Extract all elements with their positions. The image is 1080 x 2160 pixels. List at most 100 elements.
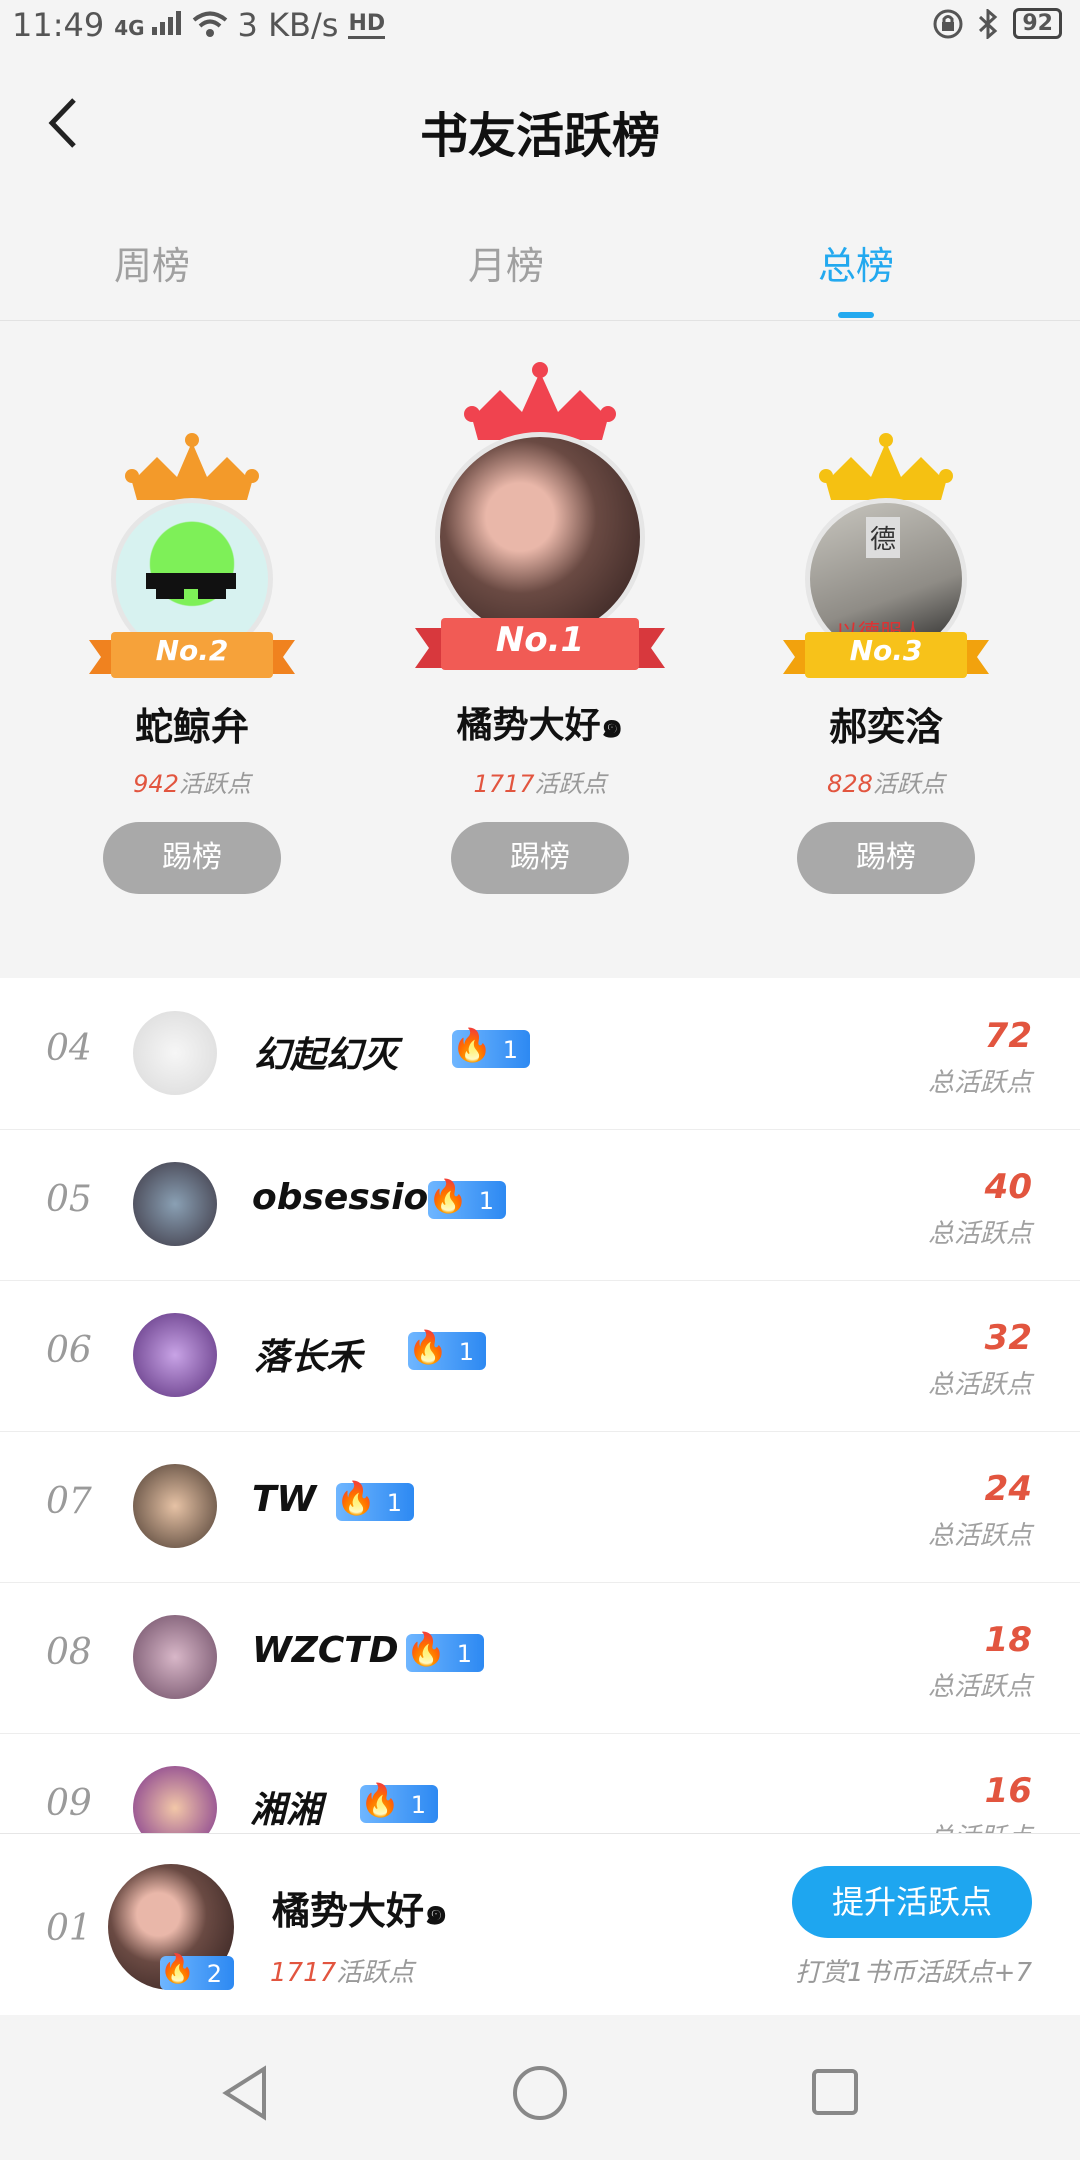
rank-number: 04 [46, 1028, 92, 1069]
boost-activity-button[interactable]: 提升活跃点 [792, 1866, 1032, 1938]
my-points: 1717活跃点 [270, 1958, 415, 1988]
podium-points: 828活跃点 [827, 770, 945, 798]
avatar[interactable] [133, 1464, 217, 1548]
rank-badge-label: No.2 [155, 634, 229, 667]
kick-button[interactable]: 踢榜 [797, 822, 975, 894]
podium-points: 1717活跃点 [473, 770, 607, 798]
flame-icon: 🔥 [452, 1026, 492, 1064]
score: 40 [984, 1167, 1032, 1207]
user-name: obsession [252, 1177, 454, 1218]
flame-icon: 🔥 [406, 1630, 446, 1668]
avatar[interactable] [435, 432, 645, 642]
battery-indicator: 92 [1013, 8, 1062, 39]
flame-icon: 🔥 [408, 1328, 448, 1366]
score: 24 [984, 1469, 1032, 1509]
ranking-list: 04 幻起幻灭 🔥 1 72 总活跃点 05 obsession 🔥 1 40 总活… [0, 978, 1080, 1833]
level-badge: 🔥 2 [160, 1952, 234, 1990]
level-badge: 🔥 1 [428, 1177, 506, 1219]
home-circle-icon[interactable] [512, 2065, 568, 2121]
flame-icon: 🔥 [336, 1479, 376, 1517]
list-item[interactable]: 06 落长禾 🔥 1 32 总活跃点 [0, 1280, 1080, 1432]
rank-number: 09 [46, 1783, 92, 1824]
rank-ribbon: No.3 [783, 628, 989, 690]
my-ranking-bar: 01 🔥 2 橘势大好๑ 1717活跃点 提升活跃点 打赏1书币活跃点+7 [0, 1833, 1080, 2016]
user-name: WZCTD [252, 1630, 399, 1671]
rank-badge-label: No.1 [495, 620, 585, 660]
podium-points: 942活跃点 [133, 770, 251, 798]
rank-badge-label: No.3 [849, 634, 923, 667]
crown-icon [464, 362, 616, 440]
rank-number: 08 [46, 1632, 92, 1673]
user-name: 幻起幻灭 [254, 1035, 399, 1076]
score: 18 [984, 1620, 1032, 1660]
avatar-text: 德 [866, 517, 901, 558]
back-triangle-icon[interactable] [220, 2065, 270, 2121]
avatar[interactable] [133, 1766, 217, 1833]
tab-monthly[interactable]: 月榜 [406, 235, 606, 290]
avatar[interactable] [133, 1313, 217, 1397]
podium-third: 德 以德服人 No.3 郝奕浛 828活跃点 踢榜 [736, 320, 1036, 955]
tab-weekly[interactable]: 周榜 [52, 235, 252, 290]
tab-bar: 周榜 月榜 总榜 [0, 220, 1080, 321]
app-header: 书友活跃榜 [0, 60, 1080, 190]
user-name: 橘势大好๑ [272, 1889, 449, 1933]
podium: No.2 蛇鲸弁 942活跃点 踢榜 No.1 橘势大好๑ 1717活跃点 踢榜… [0, 320, 1080, 955]
list-item[interactable]: 05 obsession 🔥 1 40 总活跃点 [0, 1129, 1080, 1281]
score-label: 总活跃点 [928, 1817, 1032, 1833]
score-label: 总活跃点 [927, 1068, 1032, 1098]
rank-number: 06 [46, 1330, 92, 1371]
rank-number: 01 [46, 1908, 92, 1949]
podium-second: No.2 蛇鲸弁 942活跃点 踢榜 [42, 320, 342, 955]
signal-icon: 4G [114, 10, 181, 40]
user-name: 落长禾 [254, 1337, 363, 1378]
score-label: 总活跃点 [927, 1370, 1032, 1400]
level-badge: 🔥 1 [360, 1781, 438, 1823]
tab-total[interactable]: 总榜 [756, 235, 956, 290]
level-badge: 🔥 1 [406, 1630, 484, 1672]
list-item[interactable]: 07 TW 🔥 1 24 总活跃点 [0, 1431, 1080, 1583]
flame-icon: 🔥 [360, 1781, 400, 1819]
list-item[interactable]: 09 湘湘 🔥1 16 总活跃点 [0, 1733, 1080, 1833]
podium-name: 橘势大好๑ [456, 705, 624, 746]
flame-icon: 🔥 [428, 1177, 468, 1215]
score-label: 总活跃点 [927, 1521, 1032, 1551]
status-bar: 11:49 4G 3 KB/s HD 92 [0, 0, 1080, 55]
score: 72 [984, 1016, 1032, 1056]
rank-number: 07 [46, 1481, 92, 1522]
bluetooth-icon [979, 8, 998, 39]
list-item[interactable]: 04 幻起幻灭 🔥 1 72 总活跃点 [0, 978, 1080, 1130]
score-label: 总活跃点 [927, 1219, 1032, 1249]
page-title: 书友活跃榜 [419, 108, 660, 164]
avatar[interactable] [133, 1615, 217, 1699]
rank-ribbon: No.1 [415, 612, 665, 686]
clock: 11:49 [12, 6, 105, 44]
avatar[interactable] [133, 1011, 217, 1095]
wifi-icon [192, 11, 227, 37]
level-badge: 🔥 1 [452, 1026, 530, 1068]
level-badge: 🔥 1 [408, 1328, 486, 1370]
reward-note: 打赏1书币活跃点+7 [795, 1958, 1032, 1988]
podium-first: No.1 橘势大好๑ 1717活跃点 踢榜 [390, 320, 690, 955]
podium-name: 郝奕浛 [828, 705, 943, 749]
lock-icon [933, 9, 963, 38]
hd-icon: HD [348, 11, 386, 39]
kick-button[interactable]: 踢榜 [103, 822, 281, 894]
tab-indicator [838, 312, 874, 318]
level-badge: 🔥 1 [336, 1479, 414, 1521]
kick-button[interactable]: 踢榜 [451, 822, 629, 894]
user-name: TW [252, 1479, 317, 1520]
rank-number: 05 [46, 1179, 92, 1220]
crown-icon [125, 433, 259, 500]
list-item[interactable]: 08 WZCTD 🔥 1 18 总活跃点 [0, 1582, 1080, 1734]
recents-square-icon[interactable] [810, 2067, 860, 2117]
avatar[interactable] [133, 1162, 217, 1246]
network-speed: 3 KB/s [237, 6, 339, 44]
crown-icon [819, 433, 953, 500]
score: 32 [984, 1318, 1032, 1358]
flame-icon: 🔥 [160, 1952, 195, 1985]
score: 16 [984, 1771, 1032, 1811]
rank-ribbon: No.2 [89, 628, 295, 690]
score-label: 总活跃点 [927, 1672, 1032, 1702]
podium-name: 蛇鲸弁 [134, 705, 249, 749]
system-nav-bar [0, 2015, 1080, 2160]
